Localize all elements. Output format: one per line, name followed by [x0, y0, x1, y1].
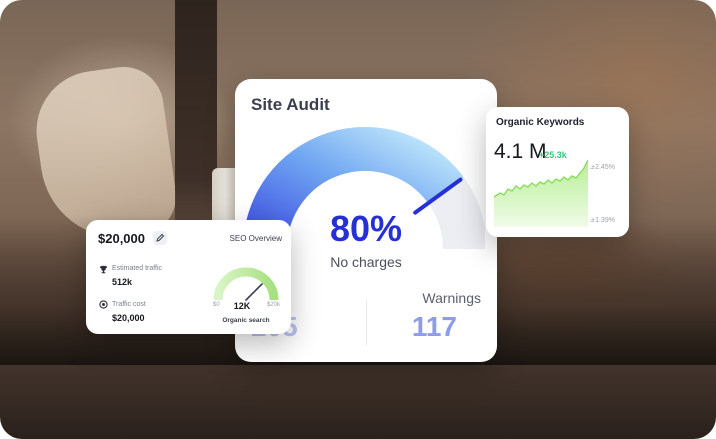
warnings-label: Warnings [422, 290, 481, 306]
estimated-traffic-label: Estimated traffic [112, 265, 163, 272]
seo-overview-title: SEO Overview [229, 234, 282, 243]
seo-amount: $20,000 [98, 231, 145, 246]
organic-keywords-sparkline [494, 159, 588, 227]
sparkline-area [494, 160, 588, 227]
gauge-caption: Organic search [222, 317, 270, 324]
mini-gauge-needle [245, 283, 263, 301]
hero-scene: Site Audit 80% No charges 205 Warnings 1… [0, 0, 716, 439]
organic-keywords-tick-bottom: +1.39% [591, 217, 615, 224]
edit-icon[interactable] [153, 231, 167, 245]
target-icon [99, 300, 108, 309]
organic-keywords-card: Organic Keywords 4.1 M +25.3k +2.45% +1.… [486, 107, 629, 237]
estimated-traffic-value: 512k [112, 277, 133, 287]
traffic-cost-value: $20,000 [112, 313, 145, 323]
site-audit-divider [366, 301, 367, 346]
organic-keywords-title: Organic Keywords [496, 117, 585, 128]
gauge-min-label: $0 [213, 302, 220, 308]
gauge-max-label: $20k [267, 302, 281, 308]
traffic-cost-label: Traffic cost [112, 301, 146, 308]
mini-gauge-arc [213, 267, 279, 301]
seo-overview-card: $20,000 SEO Overview Estimated traffic 5… [86, 220, 291, 334]
site-audit-title: Site Audit [251, 95, 330, 114]
gauge-value: 12K [233, 301, 251, 311]
warnings-value: 117 [411, 311, 457, 342]
trophy-icon [99, 265, 108, 274]
organic-keywords-tick-top: +2.45% [591, 164, 615, 171]
